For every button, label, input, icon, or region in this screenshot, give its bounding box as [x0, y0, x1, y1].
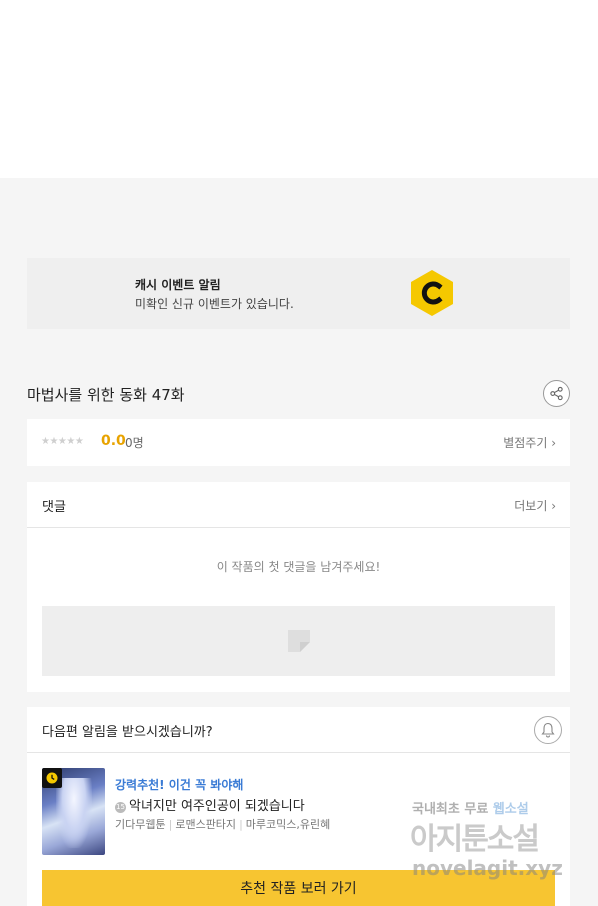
cash-event-title: 캐시 이벤트 알림: [135, 278, 221, 292]
comments-more-link[interactable]: 더보기 ›: [514, 497, 556, 514]
rating-card: ★★★★★ 0.0 0명 별점주기 ›: [27, 419, 570, 466]
rate-button[interactable]: 별점주기 ›: [503, 434, 556, 451]
cash-event-banner[interactable]: 캐시 이벤트 알림 미확인 신규 이벤트가 있습니다.: [27, 258, 570, 329]
cash-event-description: 미확인 신규 이벤트가 있습니다.: [135, 297, 294, 311]
episode-title: 마법사를 위한 동화 47화: [27, 386, 185, 404]
recommendation-thumbnail[interactable]: [42, 768, 105, 855]
notify-header: 다음편 알림을 받으시겠습니까?: [27, 707, 570, 753]
meta-type: 기다무웹툰: [115, 818, 166, 831]
bell-icon: [541, 722, 555, 738]
age-rating-badge: 15: [115, 802, 126, 813]
cash-c-logo-icon: [411, 270, 453, 316]
comment-input-area[interactable]: [42, 606, 555, 676]
meta-author: 마루코믹스,유린혜: [245, 818, 331, 831]
comment-input-icon: [288, 630, 310, 652]
recommendation-title-text: 악녀지만 여주인공이 되겠습니다: [129, 799, 305, 814]
meta-genre: 로맨스판타지: [175, 818, 237, 831]
next-episode-notify-card: 다음편 알림을 받으시겠습니까? 강력추천! 이건 꼭 봐야해 15 악녀지만 여…: [27, 707, 570, 906]
comments-title: 댓글: [42, 500, 66, 515]
recommendation-meta: 기다무웹툰 | 로맨스판타지 | 마루코믹스,유린혜: [115, 818, 331, 831]
notify-title: 다음편 알림을 받으시겠습니까?: [42, 725, 213, 740]
rating-count: 0명: [125, 436, 144, 450]
notify-bell-button[interactable]: [534, 716, 562, 744]
rating-stars: ★★★★★: [41, 436, 84, 447]
clock-icon: [42, 768, 62, 788]
comments-header: 댓글 더보기 ›: [27, 482, 570, 528]
comments-card: 댓글 더보기 › 이 작품의 첫 댓글을 남겨주세요!: [27, 482, 570, 692]
share-icon: [550, 386, 563, 401]
rating-score: 0.0: [101, 433, 126, 449]
recommendation-cta-button[interactable]: 추천 작품 보러 가기: [42, 870, 555, 906]
comments-empty-message: 이 작품의 첫 댓글을 남겨주세요!: [216, 560, 381, 574]
recommendation-tag: 강력추천! 이건 꼭 봐야해: [115, 778, 244, 792]
share-button[interactable]: [543, 380, 570, 407]
thumbnail-artwork: [56, 778, 92, 848]
ad-blank-area: [0, 0, 598, 178]
recommendation-title[interactable]: 15 악녀지만 여주인공이 되겠습니다: [115, 795, 305, 814]
